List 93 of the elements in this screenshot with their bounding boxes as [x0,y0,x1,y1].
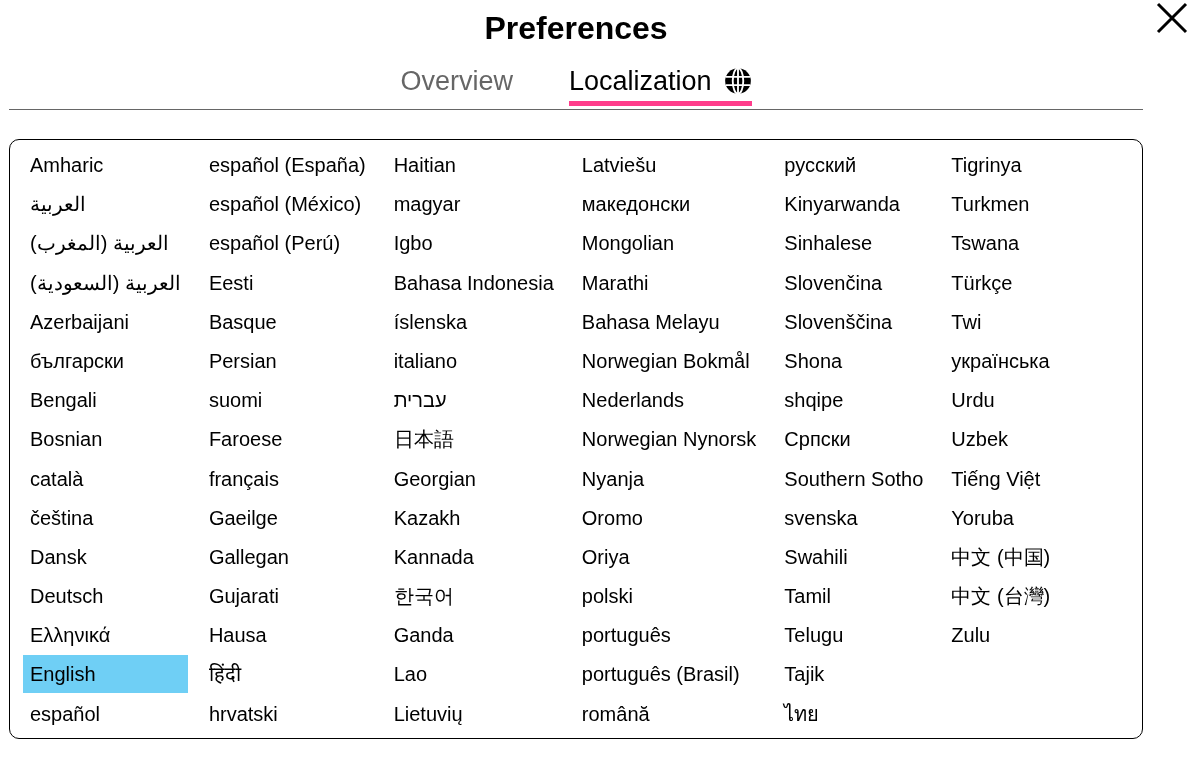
language-option[interactable]: suomi [201,381,373,420]
language-option[interactable]: العربية [23,185,188,224]
language-option[interactable]: 中文 (台灣) [944,577,1058,616]
language-option[interactable]: हिंदी [201,655,373,694]
close-icon [1156,2,1188,34]
language-option[interactable]: العربية (المغرب) [23,224,188,263]
language-option[interactable]: Hausa [201,616,373,655]
language-option[interactable]: Basque [201,302,373,341]
language-option[interactable]: hrvatski [201,694,373,733]
language-option[interactable]: македонски [574,185,764,224]
language-option[interactable]: Bahasa Melayu [574,302,764,341]
language-option[interactable]: Twi [944,302,1058,341]
language-option[interactable]: Eesti [201,263,373,302]
language-option[interactable]: Slovenčina [777,263,931,302]
language-option[interactable]: Српски [777,420,931,459]
language-option[interactable]: Kannada [386,537,561,576]
language-option[interactable]: Tswana [944,224,1058,263]
close-button[interactable] [1156,2,1188,34]
language-option[interactable]: français [201,459,373,498]
language-option[interactable]: Nederlands [574,381,764,420]
language-option[interactable]: Tamil [777,577,931,616]
language-option[interactable]: Faroese [201,420,373,459]
language-option[interactable]: Nyanja [574,459,764,498]
language-option[interactable]: Tigrinya [944,146,1058,184]
language-option[interactable]: español (México) [201,185,373,224]
language-option[interactable]: Lao [386,655,561,694]
window-title: Preferences [484,9,668,48]
language-option[interactable]: български [23,341,188,380]
language-option[interactable]: català [23,459,188,498]
language-option[interactable]: čeština [23,498,188,537]
language-option[interactable]: español (España) [201,146,373,184]
language-option[interactable]: עברית [386,381,561,420]
language-option[interactable]: Telugu [777,616,931,655]
language-option[interactable]: Latviešu [574,146,764,184]
language-option[interactable]: Yoruba [944,498,1058,537]
language-option[interactable]: polski [574,577,764,616]
language-option[interactable]: Slovenščina [777,302,931,341]
language-option[interactable]: Zulu [944,616,1058,655]
tab[interactable]: Localization [568,65,752,106]
language-option[interactable]: Tiếng Việt [944,459,1058,498]
language-option[interactable]: Norwegian Bokmål [574,341,764,380]
language-option[interactable]: italiano [386,341,561,380]
language-option[interactable]: Shona [777,341,931,380]
language-option[interactable]: українська [944,341,1058,380]
language-option[interactable]: Kinyarwanda [777,185,931,224]
language-option[interactable]: العربية (السعودية) [23,263,188,302]
language-option[interactable]: română [574,694,764,733]
language-option[interactable]: magyar [386,185,561,224]
language-option[interactable]: Norwegian Nynorsk [574,420,764,459]
language-option[interactable]: Amharic [23,146,188,184]
language-option[interactable]: English [23,655,188,694]
language-option[interactable]: Southern Sotho [777,459,931,498]
language-option[interactable]: Urdu [944,381,1058,420]
language-option[interactable]: Sinhalese [777,224,931,263]
language-option[interactable]: Persian [201,341,373,380]
language-option[interactable]: русский [777,146,931,184]
language-option[interactable]: Oriya [574,537,764,576]
tab[interactable]: Overview [400,65,513,106]
language-option[interactable]: español [23,694,188,733]
language-option[interactable]: shqipe [777,381,931,420]
language-option[interactable]: Mongolian [574,224,764,263]
language-option[interactable]: Bengali [23,381,188,420]
language-option[interactable]: ไทย [777,694,931,733]
language-option[interactable]: Uzbek [944,420,1058,459]
language-option[interactable]: Tajik [777,655,931,694]
language-option[interactable]: svenska [777,498,931,537]
language-option[interactable]: Swahili [777,537,931,576]
language-option[interactable]: Gallegan [201,537,373,576]
language-option[interactable]: 한국어 [386,577,561,616]
language-option[interactable]: Bahasa Indonesia [386,263,561,302]
language-option[interactable]: Turkmen [944,185,1058,224]
language-option[interactable]: Gujarati [201,577,373,616]
language-option[interactable]: Haitian [386,146,561,184]
language-option[interactable]: Türkçe [944,263,1058,302]
language-option[interactable]: Igbo [386,224,561,263]
language-option[interactable]: Marathi [574,263,764,302]
language-option[interactable]: português [574,616,764,655]
language-option[interactable]: Kazakh [386,498,561,537]
language-option[interactable]: 中文 (中国) [944,537,1058,576]
language-option[interactable]: Gaeilge [201,498,373,537]
language-option[interactable]: español (Perú) [201,224,373,263]
language-option[interactable]: Dansk [23,537,188,576]
language-option[interactable]: íslenska [386,302,561,341]
language-option[interactable]: Ελληνικά [23,616,188,655]
language-option[interactable]: Ganda [386,616,561,655]
language-option[interactable]: Oromo [574,498,764,537]
language-option[interactable]: português (Brasil) [574,655,764,694]
language-option[interactable]: Georgian [386,459,561,498]
language-option[interactable]: Bosnian [23,420,188,459]
language-option[interactable]: Deutsch [23,577,188,616]
language-option[interactable]: Azerbaijani [23,302,188,341]
language-option[interactable]: 日本語 [386,420,561,459]
language-option[interactable]: Lietuvių [386,694,561,733]
